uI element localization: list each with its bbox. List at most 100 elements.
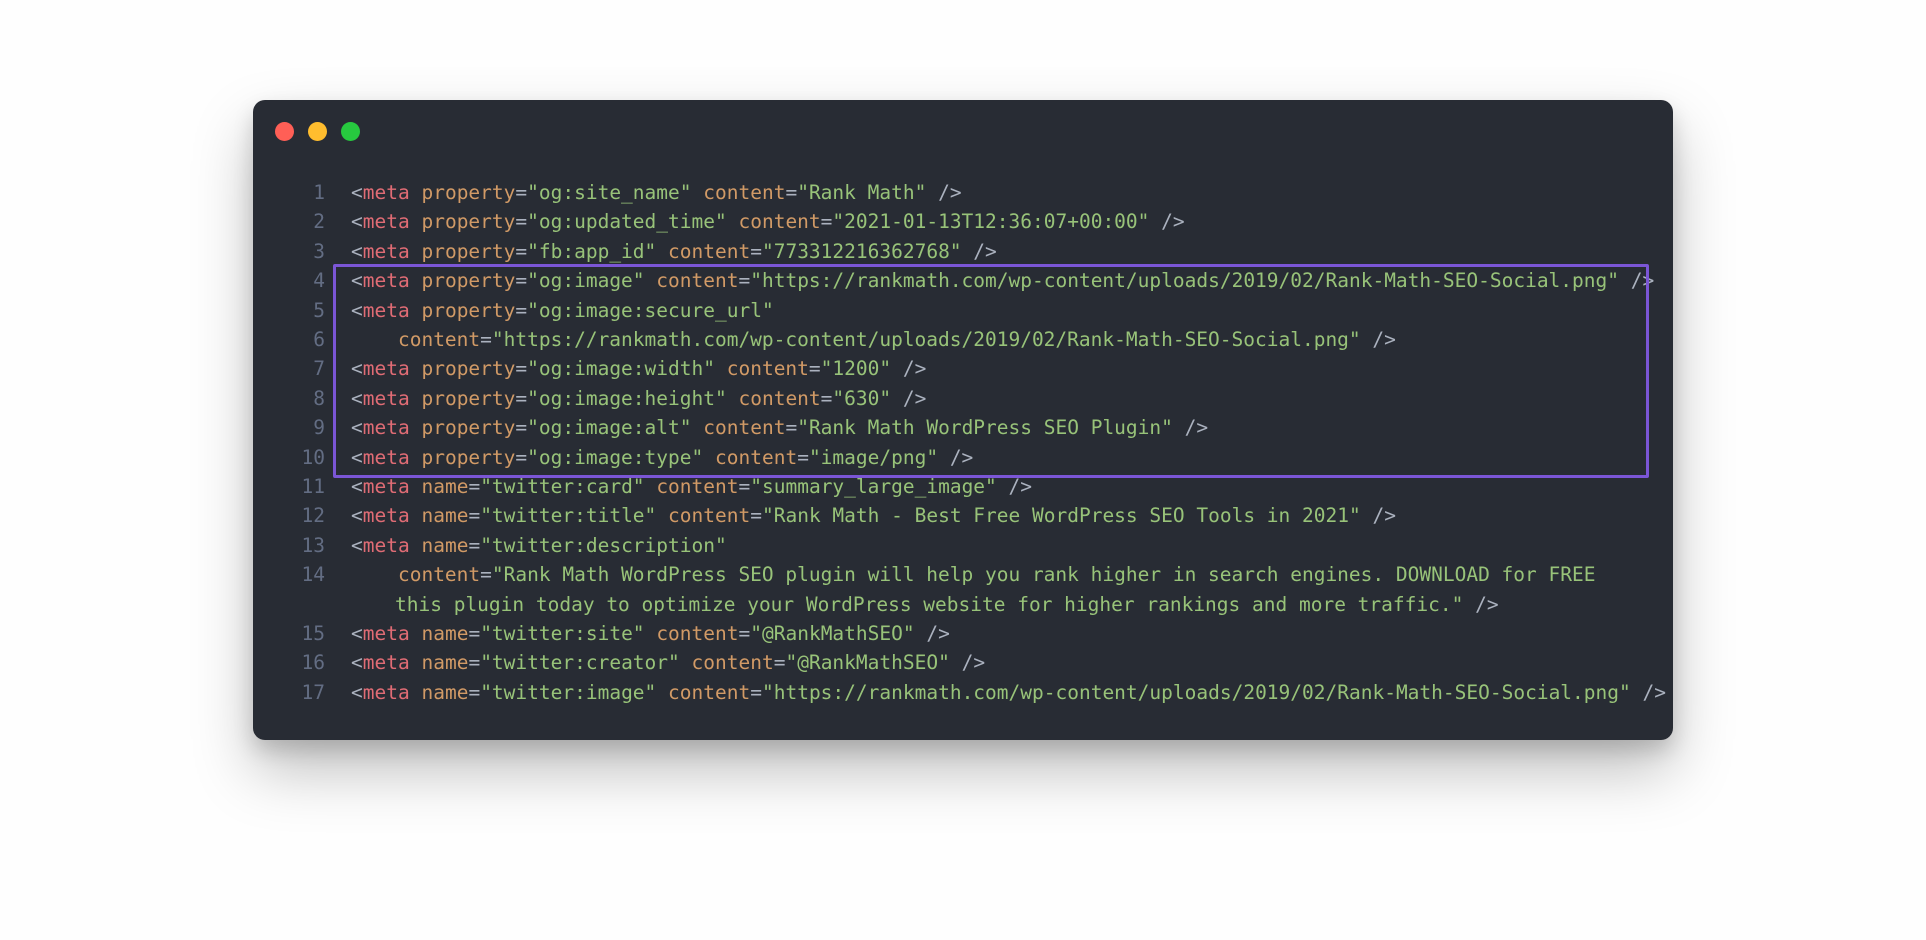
token-punct: = bbox=[785, 416, 797, 439]
token-str: "Rank Math" bbox=[797, 181, 926, 204]
token-punct: /> bbox=[1463, 593, 1498, 616]
token-punct: /> bbox=[1173, 416, 1208, 439]
token-attr: property bbox=[421, 240, 515, 263]
code-line[interactable]: <meta name="twitter:description" bbox=[351, 531, 1651, 560]
code-line[interactable]: <meta name="twitter:creator" content="@R… bbox=[351, 648, 1651, 677]
token-tag: meta bbox=[363, 446, 410, 469]
code-line[interactable]: <meta name="twitter:card" content="summa… bbox=[351, 472, 1651, 501]
token-punct: = bbox=[515, 210, 527, 233]
token-str: "og:image" bbox=[527, 269, 644, 292]
token-str: "@RankMathSEO" bbox=[785, 651, 949, 674]
token-punct bbox=[410, 651, 422, 674]
token-punct bbox=[410, 269, 422, 292]
token-punct bbox=[645, 475, 657, 498]
token-punct bbox=[410, 181, 422, 204]
token-str: "https://rankmath.com/wp-content/uploads… bbox=[762, 681, 1631, 704]
token-attr: name bbox=[421, 534, 468, 557]
token-attr: property bbox=[421, 416, 515, 439]
token-punct: = bbox=[468, 622, 480, 645]
token-punct: < bbox=[351, 357, 363, 380]
token-str: "twitter:title" bbox=[480, 504, 656, 527]
code-line[interactable]: <meta property="og:image:height" content… bbox=[351, 384, 1651, 413]
token-punct bbox=[692, 181, 704, 204]
token-attr: content bbox=[668, 240, 750, 263]
token-punct bbox=[703, 446, 715, 469]
token-punct: = bbox=[739, 622, 751, 645]
token-punct bbox=[692, 416, 704, 439]
token-punct: = bbox=[809, 357, 821, 380]
line-number: 4 bbox=[313, 266, 325, 295]
token-punct: = bbox=[480, 563, 492, 586]
token-str: "og:image:height" bbox=[527, 387, 727, 410]
token-punct: = bbox=[821, 387, 833, 410]
token-punct bbox=[410, 622, 422, 645]
line-number: 1 bbox=[313, 178, 325, 207]
line-number: 2 bbox=[313, 207, 325, 236]
token-punct: = bbox=[821, 210, 833, 233]
token-attr: name bbox=[421, 504, 468, 527]
token-attr: name bbox=[421, 475, 468, 498]
line-number: 15 bbox=[302, 619, 325, 648]
code-line[interactable]: <meta property="og:image" content="https… bbox=[351, 266, 1651, 295]
token-punct bbox=[656, 240, 668, 263]
token-attr: content bbox=[703, 181, 785, 204]
token-punct bbox=[645, 269, 657, 292]
minimize-icon[interactable] bbox=[308, 122, 327, 141]
token-punct: < bbox=[351, 475, 363, 498]
code-line[interactable]: <meta property="og:image:type" content="… bbox=[351, 443, 1651, 472]
token-str: "@RankMathSEO" bbox=[750, 622, 914, 645]
line-number: 12 bbox=[302, 501, 325, 530]
token-punct: = bbox=[515, 240, 527, 263]
token-punct bbox=[410, 681, 422, 704]
code-line[interactable]: content="https://rankmath.com/wp-content… bbox=[351, 325, 1651, 354]
token-punct bbox=[410, 387, 422, 410]
token-str: "1200" bbox=[821, 357, 891, 380]
code-line[interactable]: <meta name="twitter:site" content="@Rank… bbox=[351, 619, 1651, 648]
token-punct: = bbox=[515, 299, 527, 322]
token-attr: property bbox=[421, 446, 515, 469]
token-punct: /> bbox=[915, 622, 950, 645]
token-punct bbox=[727, 387, 739, 410]
token-str: "twitter:image" bbox=[480, 681, 656, 704]
code-editor[interactable]: 1234567891011121314151617 <meta property… bbox=[275, 178, 1651, 718]
token-tag: meta bbox=[363, 299, 410, 322]
token-str: "og:image:secure_url" bbox=[527, 299, 774, 322]
token-attr: content bbox=[715, 446, 797, 469]
line-number: 5 bbox=[313, 296, 325, 325]
token-str: "og:site_name" bbox=[527, 181, 691, 204]
token-punct: < bbox=[351, 681, 363, 704]
token-punct bbox=[715, 357, 727, 380]
token-punct: < bbox=[351, 416, 363, 439]
token-punct bbox=[410, 416, 422, 439]
token-attr: content bbox=[738, 210, 820, 233]
token-punct: = bbox=[515, 181, 527, 204]
code-line[interactable]: <meta property="fb:app_id" content="7733… bbox=[351, 237, 1651, 266]
line-number: 3 bbox=[313, 237, 325, 266]
code-line[interactable]: content="Rank Math WordPress SEO plugin … bbox=[351, 560, 1651, 619]
token-punct: /> bbox=[891, 357, 926, 380]
code-line[interactable]: <meta name="twitter:image" content="http… bbox=[351, 678, 1651, 707]
code-line[interactable]: <meta property="og:site_name" content="R… bbox=[351, 178, 1651, 207]
code-line[interactable]: <meta property="og:image:secure_url" bbox=[351, 296, 1651, 325]
zoom-icon[interactable] bbox=[341, 122, 360, 141]
line-number: 16 bbox=[302, 648, 325, 677]
token-punct: = bbox=[515, 387, 527, 410]
token-punct bbox=[410, 299, 422, 322]
token-punct: = bbox=[468, 681, 480, 704]
token-punct: /> bbox=[1631, 681, 1666, 704]
token-punct: < bbox=[351, 210, 363, 233]
token-attr: name bbox=[421, 651, 468, 674]
token-tag: meta bbox=[363, 504, 410, 527]
code-line[interactable]: <meta property="og:image:width" content=… bbox=[351, 354, 1651, 383]
code-line[interactable]: <meta name="twitter:title" content="Rank… bbox=[351, 501, 1651, 530]
token-attr: property bbox=[421, 387, 515, 410]
line-number: 7 bbox=[313, 354, 325, 383]
close-icon[interactable] bbox=[275, 122, 294, 141]
token-punct: = bbox=[774, 651, 786, 674]
token-punct bbox=[645, 622, 657, 645]
code-line[interactable]: <meta property="og:image:alt" content="R… bbox=[351, 413, 1651, 442]
token-str: "https://rankmath.com/wp-content/uploads… bbox=[750, 269, 1619, 292]
token-str: "Rank Math - Best Free WordPress SEO Too… bbox=[762, 504, 1361, 527]
code-line[interactable]: <meta property="og:updated_time" content… bbox=[351, 207, 1651, 236]
token-punct: = bbox=[515, 357, 527, 380]
